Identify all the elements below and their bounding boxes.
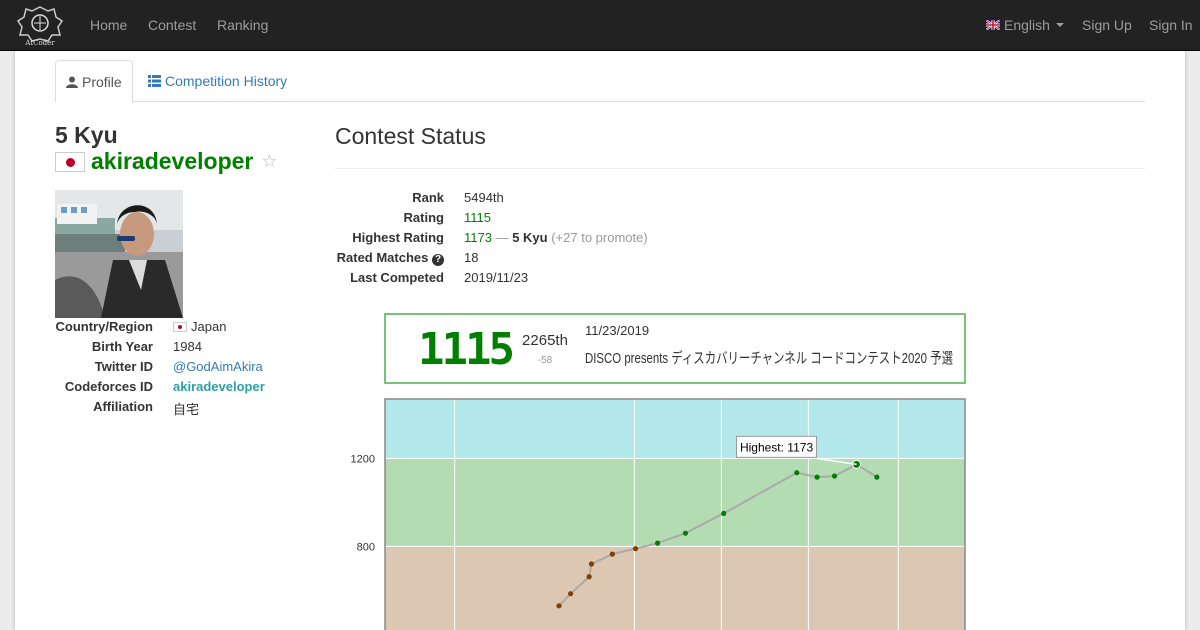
codeforces-link[interactable]: akiradeveloper <box>173 379 265 394</box>
atcoder-logo-icon[interactable]: AtCoder <box>14 3 66 47</box>
info-label: Affiliation <box>93 399 153 414</box>
detail-diff: -58 <box>538 355 553 366</box>
navbar: AtCoder Home Contest Ranking English Sig… <box>0 0 1200 51</box>
data-point <box>632 546 639 552</box>
nav-home-link[interactable]: Home <box>90 17 127 33</box>
japan-flag-icon <box>55 151 85 172</box>
detail-contest-name[interactable]: DISCO presents ディスカバリーチャンネル コードコンテスト2020… <box>585 349 953 367</box>
main-panel: Profile Competition History 5 Kyu akirad… <box>15 51 1185 630</box>
detail-date: 11/23/2019 <box>585 323 649 338</box>
tab-competition-history[interactable]: Competition History <box>138 60 297 102</box>
data-point <box>568 591 574 597</box>
username[interactable]: akiradeveloper <box>91 148 253 175</box>
status-label: Highest Rating <box>352 230 444 245</box>
status-rank-value: 5494th <box>464 190 504 205</box>
data-point <box>794 470 800 476</box>
data-point <box>682 530 689 536</box>
detail-rating: 1115 <box>418 324 512 375</box>
info-value-affiliation: 自宅 <box>173 402 200 417</box>
favorite-star-icon[interactable]: ☆ <box>261 151 277 172</box>
data-point <box>586 574 592 580</box>
status-label: Rated Matches ? <box>335 250 444 266</box>
japan-flag-icon <box>173 322 187 332</box>
plot-area: 1200 800 Highest: 1173 <box>351 398 966 630</box>
highest-rating-number: 1173 <box>464 230 492 245</box>
band-cyan <box>385 399 965 459</box>
rating-chart[interactable]: 1115 2265th -58 11/23/2019 DISCO present… <box>335 313 975 630</box>
user-rank-title: 5 Kyu <box>55 122 118 148</box>
avatar <box>55 190 183 318</box>
sign-up-link[interactable]: Sign Up <box>1082 17 1132 33</box>
band-brown <box>385 546 965 630</box>
status-last-value: 2019/11/23 <box>464 270 529 285</box>
sign-in-link[interactable]: Sign In <box>1149 17 1193 33</box>
contest-status-title: Contest Status <box>335 123 486 149</box>
highest-kyu: 5 Kyu <box>512 230 548 245</box>
info-label: Codeforces ID <box>64 379 153 394</box>
tab-profile-label: Profile <box>82 73 122 90</box>
uk-flag-icon <box>986 20 1000 30</box>
data-point <box>655 540 661 546</box>
language-label: English <box>1004 17 1050 33</box>
tooltip-highest: Highest: 1173 <box>740 440 813 454</box>
band-green <box>385 458 965 547</box>
nav-contest-link[interactable]: Contest <box>148 17 196 33</box>
profile-tabs: Profile Competition History <box>55 60 1145 103</box>
matches-label-text: Rated Matches <box>336 250 429 265</box>
data-point <box>831 473 838 479</box>
user-icon <box>66 76 78 88</box>
data-point <box>721 510 727 516</box>
info-label: Birth Year <box>91 339 153 354</box>
country-name: Japan <box>191 319 227 334</box>
status-highest-value: 1173 — 5 Kyu (+27 to promote) <box>464 230 648 245</box>
user-name-line: akiradeveloper ☆ <box>55 148 278 175</box>
info-label: Twitter ID <box>94 359 153 374</box>
logo-text: AtCoder <box>24 39 55 47</box>
y-tick-label: 1200 <box>351 453 375 465</box>
data-point <box>874 474 880 480</box>
data-point <box>588 561 595 567</box>
detail-place: 2265th <box>522 332 568 349</box>
list-icon <box>148 75 161 87</box>
status-label: Rating <box>403 210 444 225</box>
nav-ranking-link[interactable]: Ranking <box>217 17 268 33</box>
twitter-link[interactable]: @GodAimAkira <box>173 359 263 374</box>
data-point <box>814 474 820 480</box>
info-label: Country/Region <box>55 319 154 334</box>
info-value-birth-year: 1984 <box>173 339 202 354</box>
section-divider <box>335 168 1145 169</box>
y-tick-label: 800 <box>357 541 375 553</box>
language-dropdown[interactable]: English <box>986 17 1064 33</box>
status-matches-value: 18 <box>464 250 479 265</box>
status-rating-value: 1115 <box>464 210 491 225</box>
data-point <box>556 603 562 609</box>
status-label: Last Competed <box>350 270 444 285</box>
caret-down-icon <box>1055 23 1064 27</box>
info-value-country[interactable]: Japan <box>173 319 226 334</box>
tab-history-label: Competition History <box>165 73 288 89</box>
question-circle-icon[interactable]: ? <box>432 254 444 266</box>
contest-detail-card: 1115 2265th -58 11/23/2019 DISCO present… <box>384 313 966 384</box>
promote-hint: (+27 to promote) <box>547 230 648 245</box>
data-point <box>609 551 615 557</box>
highest-separator: — <box>491 230 513 245</box>
status-label: Rank <box>412 190 444 205</box>
tab-profile[interactable]: Profile <box>55 60 133 103</box>
